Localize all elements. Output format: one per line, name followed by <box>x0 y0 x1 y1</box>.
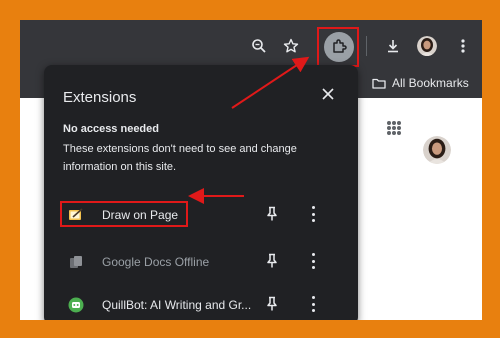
folder-icon <box>372 78 386 89</box>
panel-title: Extensions <box>63 89 137 106</box>
pin-icon[interactable] <box>265 253 279 269</box>
browser-screen: All Bookmarks Extensions No access neede… <box>20 20 482 320</box>
more-vert-icon[interactable] <box>310 296 316 312</box>
pin-icon[interactable] <box>265 206 279 222</box>
more-vert-icon[interactable] <box>310 206 316 222</box>
quillbot-icon <box>68 297 84 313</box>
pin-icon[interactable] <box>265 296 279 312</box>
all-bookmarks-label: All Bookmarks <box>392 76 469 90</box>
extensions-panel: Extensions No access needed These extens… <box>44 65 358 320</box>
section-heading: No access needed <box>63 123 159 135</box>
google-docs-offline-icon <box>68 254 84 270</box>
close-icon[interactable] <box>320 86 336 102</box>
page-avatar[interactable] <box>423 136 451 164</box>
apps-grid-icon[interactable] <box>387 121 401 135</box>
extension-label: QuillBot: AI Writing and Gr... <box>102 298 252 312</box>
star-icon[interactable] <box>280 35 302 57</box>
extensions-button[interactable] <box>324 32 354 62</box>
avatar[interactable] <box>417 36 437 56</box>
draw-on-page-highlight <box>60 201 188 227</box>
puzzle-icon <box>333 39 347 53</box>
more-vert-icon[interactable] <box>310 253 316 269</box>
extension-label: Google Docs Offline <box>102 255 210 269</box>
all-bookmarks-button[interactable]: All Bookmarks <box>372 76 469 90</box>
extension-row-google-docs-offline[interactable]: Google Docs Offline <box>44 243 358 279</box>
zoom-icon[interactable] <box>248 35 270 57</box>
more-vert-icon[interactable] <box>452 35 474 57</box>
extension-row-quillbot[interactable]: QuillBot: AI Writing and Gr... <box>44 286 358 320</box>
extensions-button-highlight <box>317 27 359 67</box>
download-icon[interactable] <box>382 35 404 57</box>
page-content <box>360 98 482 320</box>
toolbar-separator <box>366 36 367 56</box>
section-description: These extensions don't need to see and c… <box>63 143 297 173</box>
